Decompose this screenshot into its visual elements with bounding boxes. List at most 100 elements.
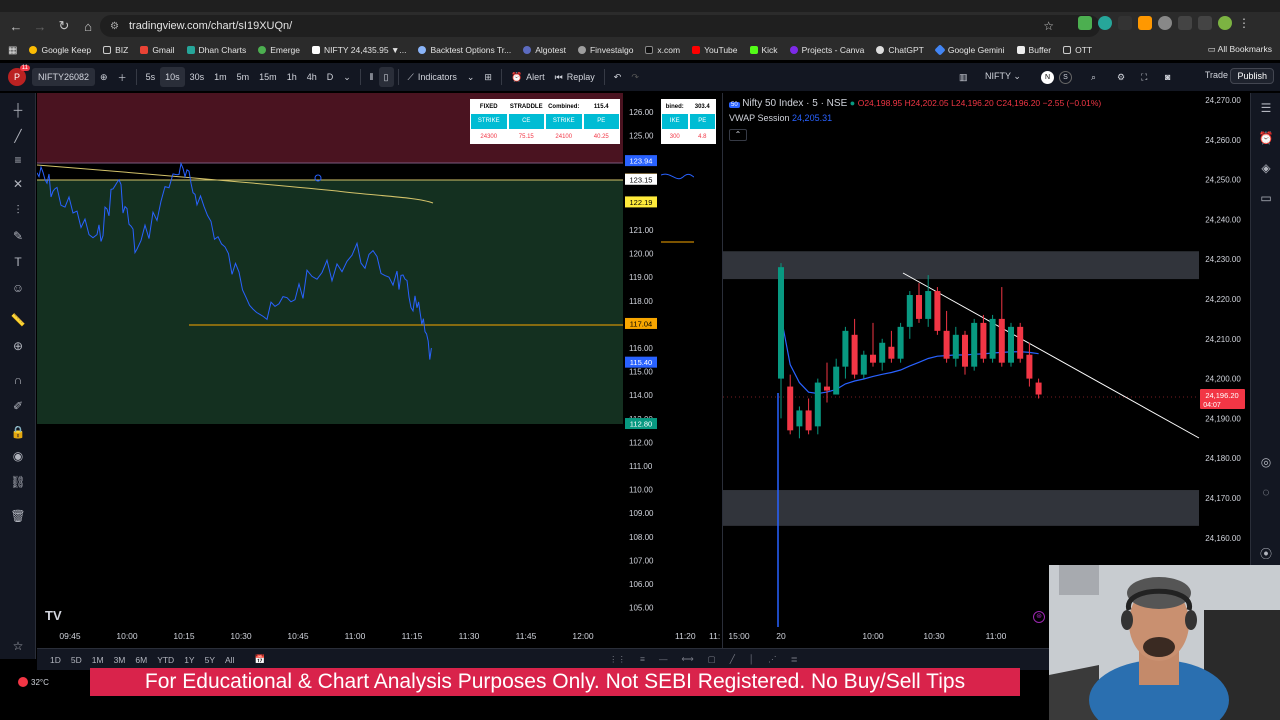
bookmark-canva[interactable]: Projects - Canva bbox=[789, 45, 864, 55]
redo-icon[interactable]: ↷ bbox=[626, 67, 644, 87]
eye-icon[interactable]: ◉ bbox=[8, 447, 28, 465]
range-5y[interactable]: 5Y bbox=[200, 655, 220, 665]
alert-marker-icon[interactable]: ⊛ bbox=[1033, 611, 1045, 623]
layout-panels-icon[interactable]: ▥ bbox=[954, 67, 973, 87]
address-bar[interactable]: ⚙ tradingview.com/chart/sI19XUQn/ ☆ bbox=[100, 15, 1100, 37]
extensions-puzzle-icon[interactable] bbox=[1178, 16, 1192, 30]
interval-1m[interactable]: 1m bbox=[209, 67, 232, 87]
candle-style-icon[interactable]: ▯ bbox=[378, 67, 394, 87]
reload-icon[interactable]: ↻ bbox=[52, 14, 76, 38]
interval-15m[interactable]: 15m bbox=[254, 67, 282, 87]
link-icon[interactable]: ⛓ bbox=[8, 473, 28, 491]
replay-button[interactable]: ⏮ Replay bbox=[550, 67, 600, 87]
extension-icon[interactable] bbox=[1118, 16, 1132, 30]
interval-5m[interactable]: 5m bbox=[232, 67, 255, 87]
watchlist-icon[interactable]: ☰ bbox=[1257, 101, 1275, 119]
drag-handle-icon[interactable]: ⋮⋮ bbox=[609, 654, 626, 665]
bookmark-gmail[interactable]: Gmail bbox=[140, 45, 175, 55]
extension-icon[interactable] bbox=[1078, 16, 1092, 30]
bookmark-finvestalgo[interactable]: Finvestalgo bbox=[577, 45, 633, 55]
range-1m[interactable]: 1M bbox=[87, 655, 109, 665]
range-6m[interactable]: 6M bbox=[130, 655, 152, 665]
alerts-clock-icon[interactable]: ⏰ bbox=[1257, 131, 1275, 149]
bookmark-ott-folder[interactable]: OTT bbox=[1063, 45, 1092, 55]
chat-icon[interactable]: ▭ bbox=[1257, 191, 1275, 209]
range-1d[interactable]: 1D bbox=[45, 655, 66, 665]
compare-symbol-icon[interactable]: ⊕ bbox=[95, 67, 113, 87]
crosshair-icon[interactable]: ┼ bbox=[8, 101, 28, 119]
extension-icon[interactable] bbox=[1158, 16, 1172, 30]
target-icon[interactable]: ◎ bbox=[1257, 455, 1275, 473]
broadcast-icon[interactable]: ⦿ bbox=[1257, 545, 1275, 563]
trade-button[interactable]: Trade bbox=[1205, 70, 1228, 80]
arrow-line-icon[interactable]: ⟷ bbox=[681, 654, 693, 665]
ideas-bulb-icon[interactable]: ◌ bbox=[1257, 485, 1275, 503]
bookmark-nifty[interactable]: NIFTY 24,435.95 ▼... bbox=[312, 45, 406, 55]
range-3m[interactable]: 3M bbox=[109, 655, 131, 665]
bookmark-emerge[interactable]: Emerge bbox=[258, 45, 300, 55]
interval-30s[interactable]: 30s bbox=[185, 67, 210, 87]
bookmark-x[interactable]: x.com bbox=[645, 45, 680, 55]
hline-icon[interactable]: ≡ bbox=[640, 654, 645, 665]
interval-5s[interactable]: 5s bbox=[141, 67, 161, 87]
fullscreen-icon[interactable]: ⛶ bbox=[1136, 67, 1152, 87]
indicator-templates-icon[interactable]: ⌄ bbox=[462, 67, 480, 87]
bookmark-gemini[interactable]: Google Gemini bbox=[934, 44, 1005, 56]
middle-chart-pane[interactable]: bined: 303.4 IKE PE 300 4.8 11:20 11: bbox=[661, 93, 721, 649]
bookmark-chatgpt[interactable]: ChatGPT bbox=[876, 45, 924, 55]
layouts-grid-icon[interactable]: ⊞ bbox=[479, 67, 497, 87]
home-icon[interactable]: ⌂ bbox=[76, 14, 100, 38]
text-icon[interactable]: T bbox=[8, 253, 28, 271]
bar-style-icon[interactable]: ⫴ bbox=[365, 67, 379, 87]
trash-icon[interactable]: 🗑 bbox=[8, 507, 28, 525]
magnet-icon[interactable]: ∩ bbox=[8, 371, 28, 389]
range-5d[interactable]: 5D bbox=[66, 655, 87, 665]
layers-icon[interactable]: ◈ bbox=[1257, 161, 1275, 179]
alert-button[interactable]: ⏰ Alert bbox=[506, 67, 550, 87]
all-bookmarks-folder[interactable]: ▭ All Bookmarks bbox=[1208, 44, 1272, 55]
apps-grid-icon[interactable]: ▦ bbox=[8, 45, 17, 56]
back-icon[interactable]: ← bbox=[4, 14, 28, 38]
range-all[interactable]: All bbox=[220, 655, 239, 665]
horizontal-line-icon[interactable]: — bbox=[659, 654, 668, 665]
bookmark-algotest[interactable]: Algotest bbox=[523, 45, 566, 55]
trendline-icon[interactable]: ╱ bbox=[8, 127, 28, 145]
lock-icon[interactable]: 🔒 bbox=[8, 423, 28, 441]
more-lines-icon[interactable]: ≣ bbox=[791, 654, 798, 665]
stay-in-drawing-icon[interactable]: ✐ bbox=[8, 397, 28, 415]
range-1y[interactable]: 1Y bbox=[179, 655, 199, 665]
pencil-extension-icon[interactable] bbox=[1138, 16, 1152, 30]
zoom-in-icon[interactable]: ⊕ bbox=[8, 337, 28, 355]
interval-1h[interactable]: 1h bbox=[282, 67, 302, 87]
right-pane-symbol[interactable]: NIFTY ⌄ bbox=[985, 71, 1021, 82]
bookmark-dhan-charts[interactable]: Dhan Charts bbox=[186, 45, 246, 55]
bookmark-biz[interactable]: BIZ bbox=[103, 45, 128, 55]
profile-avatar-icon[interactable] bbox=[1218, 16, 1232, 30]
emoji-icon[interactable]: ☺ bbox=[8, 279, 28, 297]
indicators-button[interactable]: ⟋ Indicators bbox=[403, 67, 462, 87]
bookmark-backtest[interactable]: Backtest Options Tr... bbox=[418, 45, 511, 55]
rectangle-icon[interactable]: ▢ bbox=[708, 654, 716, 665]
interval-d[interactable]: D bbox=[322, 67, 339, 87]
bookmark-star-icon[interactable]: ☆ bbox=[1043, 19, 1054, 33]
bookmark-youtube[interactable]: YouTube bbox=[692, 45, 738, 55]
bookmark-buffer[interactable]: Buffer bbox=[1016, 45, 1051, 55]
pattern-icon[interactable]: ✕ bbox=[8, 175, 28, 193]
undo-icon[interactable]: ↶ bbox=[609, 67, 627, 87]
sidepanel-icon[interactable] bbox=[1198, 16, 1212, 30]
interval-4h[interactable]: 4h bbox=[302, 67, 322, 87]
user-avatar[interactable]: P 11 bbox=[8, 65, 30, 86]
range-ytd[interactable]: YTD bbox=[152, 655, 179, 665]
weather-widget[interactable]: 32°C bbox=[18, 677, 49, 687]
publish-button[interactable]: Publish bbox=[1230, 68, 1274, 84]
add-symbol-icon[interactable]: ＋ bbox=[113, 67, 132, 87]
toggle-s-icon[interactable]: S bbox=[1054, 67, 1077, 87]
brush-icon[interactable]: ✎ bbox=[8, 227, 28, 245]
zoom-search-icon[interactable]: ⌕ bbox=[1086, 67, 1101, 87]
camera-snapshot-icon[interactable]: ◙ bbox=[1160, 67, 1175, 87]
browser-menu-icon[interactable]: ⋮ bbox=[1238, 16, 1252, 30]
forward-icon[interactable]: → bbox=[28, 14, 52, 38]
favorites-star-icon[interactable]: ☆ bbox=[8, 637, 28, 655]
settings-gear-icon[interactable]: ⚙ bbox=[1112, 67, 1130, 87]
chevron-down-icon[interactable]: ⌄ bbox=[338, 67, 356, 87]
